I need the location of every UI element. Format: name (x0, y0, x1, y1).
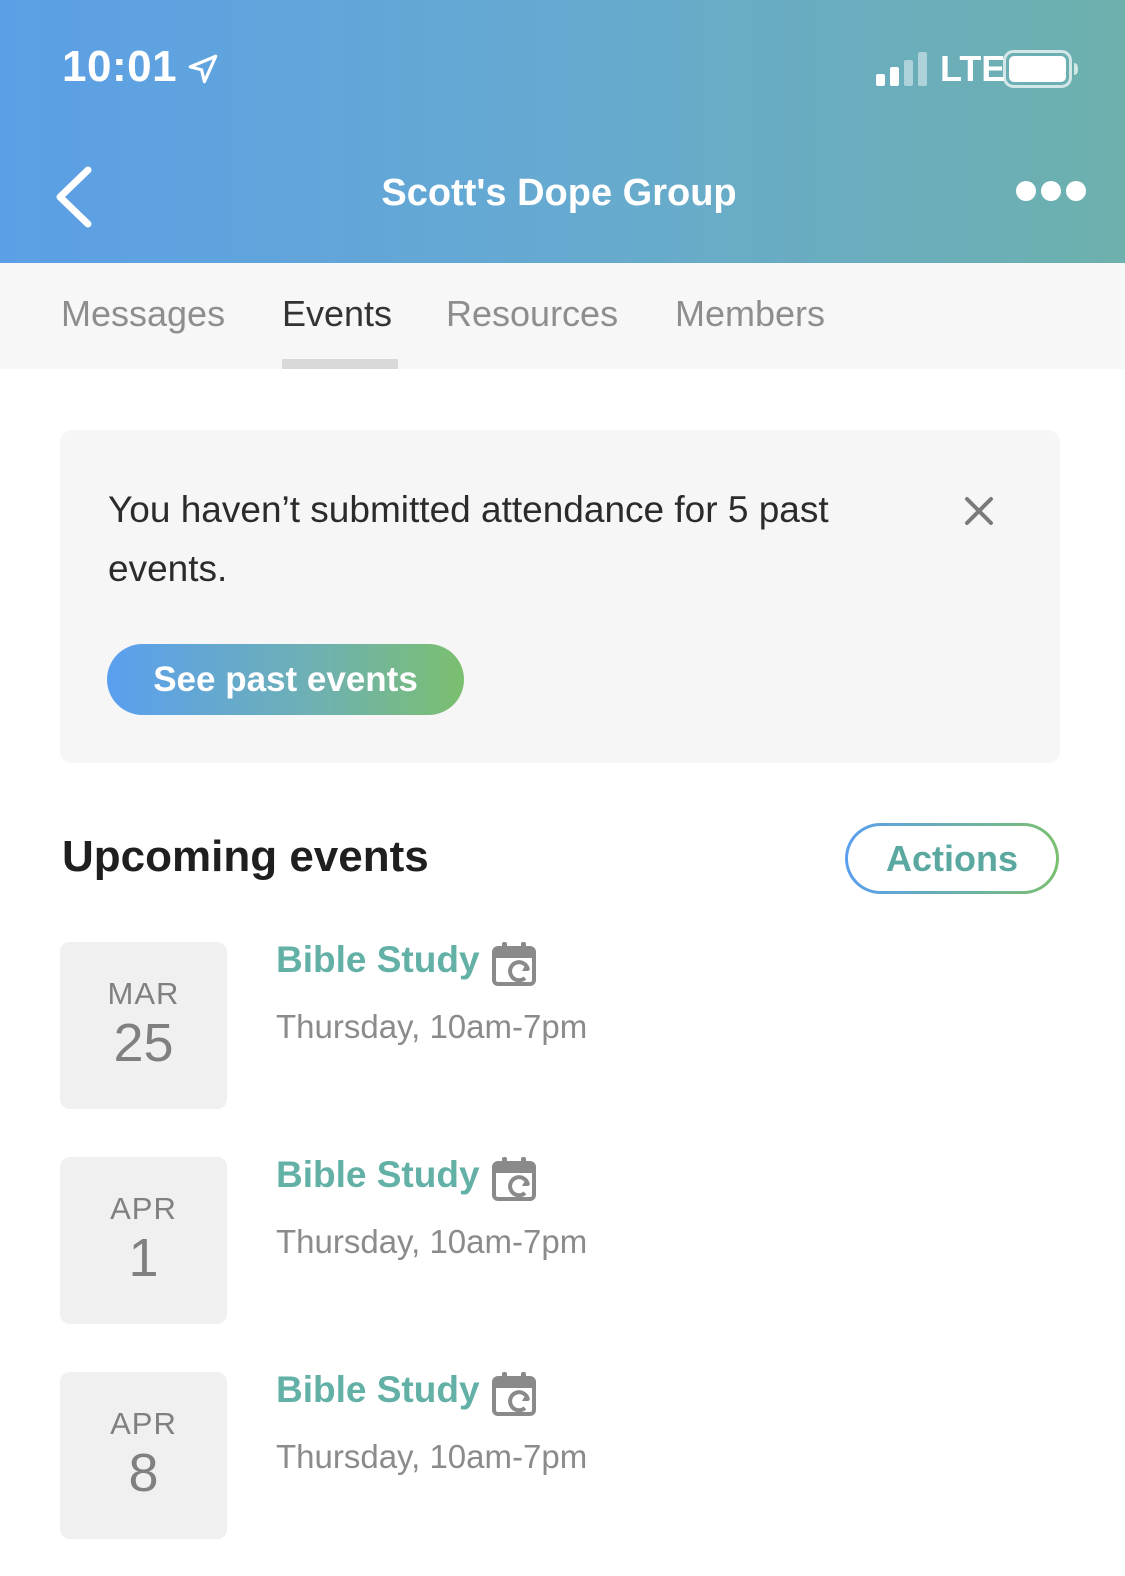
date-month: APR (110, 1191, 177, 1226)
actions-button[interactable]: Actions (845, 823, 1059, 894)
date-badge: APR 8 (60, 1372, 227, 1539)
recurring-calendar-icon (492, 942, 536, 986)
page-title: Scott's Dope Group (381, 172, 737, 214)
date-day: 25 (113, 1013, 174, 1073)
status-time: 10:01 (62, 42, 178, 91)
active-tab-indicator (282, 359, 398, 369)
battery-icon (1003, 50, 1078, 88)
location-arrow-icon (188, 54, 218, 84)
date-day: 1 (128, 1228, 159, 1288)
event-title[interactable]: Bible Study (276, 1369, 480, 1411)
event-item[interactable]: MAR 25 Bible Study Thursday, 10am-7pm (0, 939, 1125, 1112)
date-badge: APR 1 (60, 1157, 227, 1324)
recurring-calendar-icon (492, 1157, 536, 1201)
tab-members[interactable]: Members (675, 293, 825, 335)
tab-events[interactable]: Events (282, 293, 392, 335)
tab-bar: Messages Events Resources Members (0, 263, 1125, 369)
tab-messages[interactable]: Messages (61, 293, 225, 335)
nav-header: 10:01 LTE Scott's Dope Group (0, 0, 1125, 263)
network-type: LTE (940, 48, 1006, 89)
event-title[interactable]: Bible Study (276, 1154, 480, 1196)
close-icon[interactable] (963, 495, 995, 527)
tab-resources[interactable]: Resources (446, 293, 618, 335)
event-item[interactable]: APR 8 Bible Study Thursday, 10am-7pm (0, 1369, 1125, 1542)
recurring-calendar-icon (492, 1372, 536, 1416)
date-month: APR (110, 1406, 177, 1441)
event-time: Thursday, 10am-7pm (276, 1008, 588, 1045)
alert-message: You haven’t submitted attendance for 5 p… (108, 489, 829, 589)
event-time: Thursday, 10am-7pm (276, 1438, 588, 1475)
section-title: Upcoming events (62, 832, 429, 881)
attendance-alert: You haven’t submitted attendance for 5 p… (60, 430, 1060, 763)
event-time: Thursday, 10am-7pm (276, 1223, 588, 1260)
event-item[interactable]: APR 1 Bible Study Thursday, 10am-7pm (0, 1154, 1125, 1327)
date-day: 8 (128, 1443, 159, 1503)
event-title[interactable]: Bible Study (276, 939, 480, 981)
date-badge: MAR 25 (60, 942, 227, 1109)
see-past-events-button[interactable]: See past events (107, 644, 464, 715)
more-dots-icon[interactable] (1014, 176, 1088, 206)
date-month: MAR (107, 976, 180, 1011)
cellular-signal-icon (876, 52, 927, 86)
